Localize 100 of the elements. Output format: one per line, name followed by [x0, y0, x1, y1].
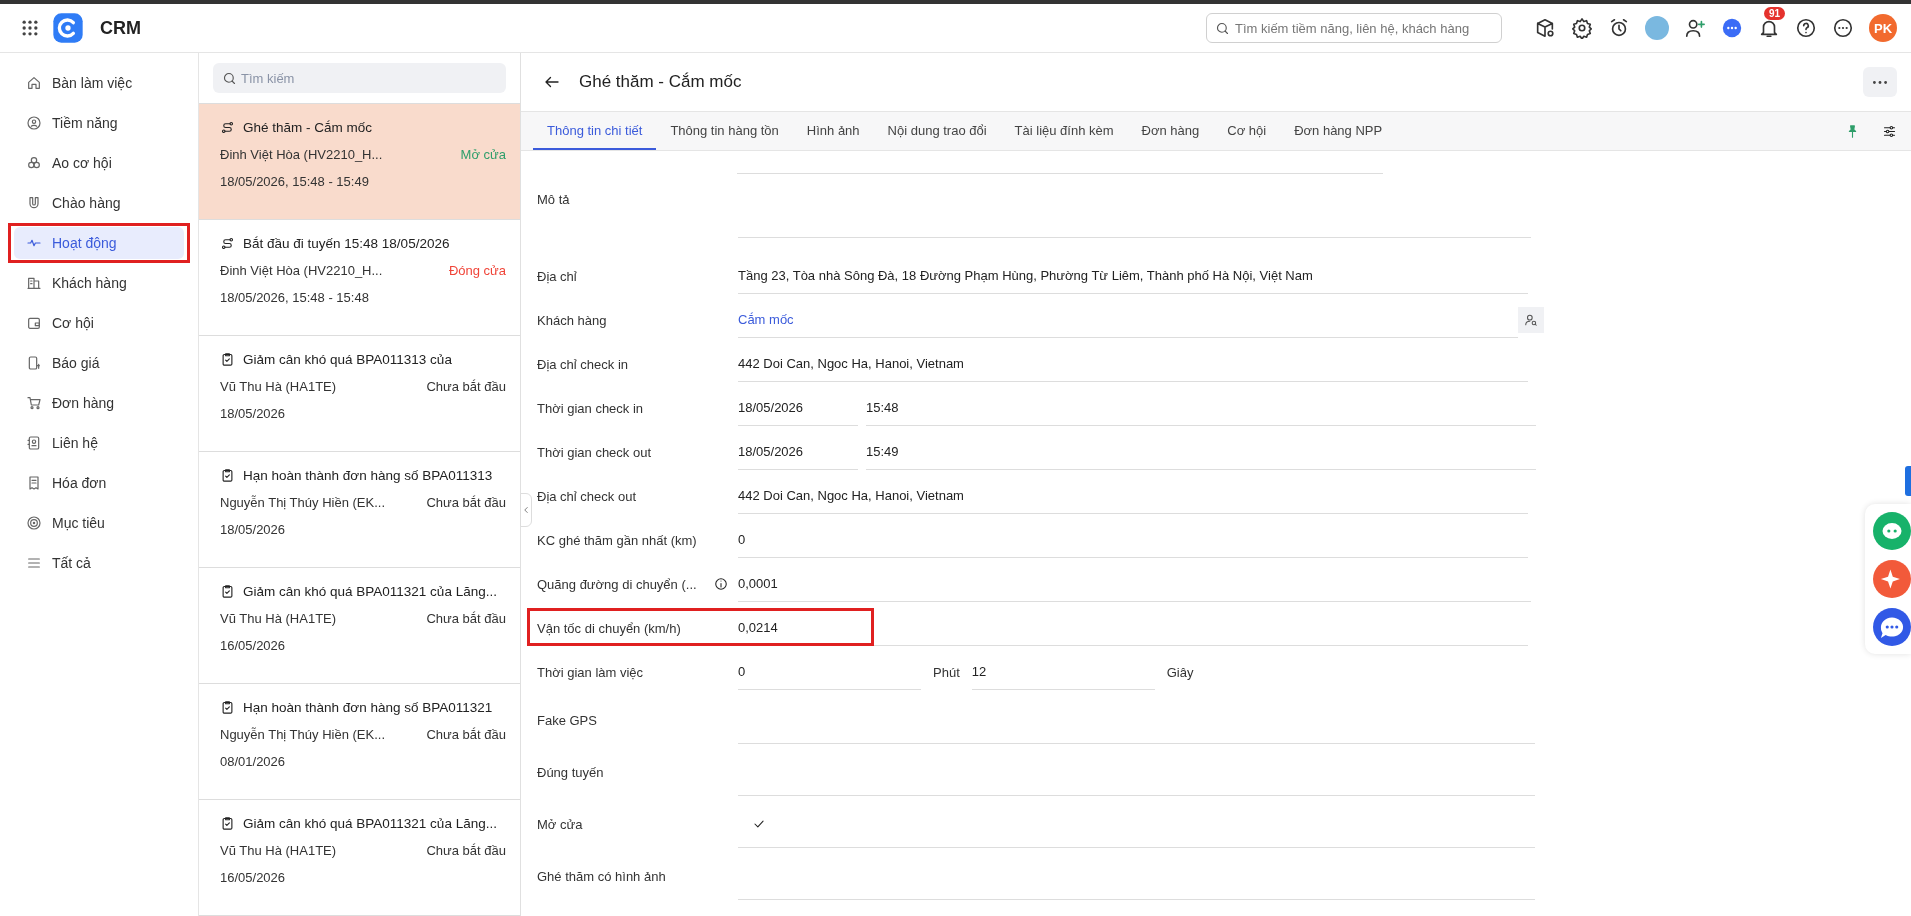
activity-status: Chưa bắt đầu [426, 610, 506, 626]
tab[interactable]: Hình ảnh [792, 112, 874, 150]
field-value[interactable]: 15:49 [866, 434, 1536, 470]
tab[interactable]: Thông tin hàng tồn [656, 112, 793, 150]
box-search-icon[interactable] [1534, 17, 1556, 39]
activity-person: Đinh Việt Hòa (HV2210_H... [220, 146, 384, 162]
lookup-button[interactable] [1518, 307, 1544, 333]
field-value[interactable]: 12 [971, 654, 1155, 690]
field-label: Quãng đường di chuyển (... [537, 576, 697, 592]
activity-title: Ghé thăm - Cắm mốc [243, 119, 373, 135]
sidebar-item[interactable]: Tiềm năng [14, 107, 184, 139]
route-icon [220, 119, 235, 135]
field-label: Thời gian làm việc [537, 664, 645, 680]
activity-item[interactable]: Giảm cân khó quá BPA011321 của Lăng... Vũ Thu Hà (HA1TE) Chưa bắt đầu 16/05/2026 [199, 800, 520, 916]
chat-icon[interactable] [1721, 17, 1743, 39]
unit-label: Giây [1166, 664, 1194, 680]
clipboard-check-icon [220, 351, 235, 367]
field-value[interactable]: 0 [738, 522, 1528, 558]
field-value[interactable]: 18/05/2026 [738, 434, 858, 470]
target-icon [26, 515, 42, 531]
sidebar-item[interactable]: Mục tiêu [14, 507, 184, 539]
tab[interactable]: Thông tin chi tiết [533, 112, 657, 150]
chat-icon[interactable] [1873, 608, 1911, 646]
tab[interactable]: Nội dung trao đổi [873, 112, 1001, 150]
route-icon [220, 235, 235, 251]
sparkle-icon[interactable] [1873, 560, 1911, 598]
sidebar-item[interactable]: Bàn làm việc [14, 67, 184, 99]
field-label: Đúng tuyến [537, 764, 605, 780]
activity-item[interactable]: Giảm cân khó quá BPA011321 của Lăng... Vũ Thu Hà (HA1TE) Chưa bắt đầu 16/05/2026 [199, 568, 520, 684]
tab[interactable]: Cơ hội [1213, 112, 1281, 150]
collapse-handle[interactable] [520, 493, 532, 527]
activity-item[interactable]: Hạn hoàn thành đơn hàng số BPA011313 Nguyễn Thị Thúy Hiền (EK... Chưa bắt đầu 18/05/2026 [199, 452, 520, 568]
more-icon[interactable] [1832, 17, 1854, 39]
activity-item[interactable]: Giảm cân khó quá BPA011313 của Vũ Thu Hà (HA1TE) Chưa bắt đầu 18/05/2026 [199, 336, 520, 452]
more-icon [1873, 80, 1887, 84]
app-grid-icon[interactable] [20, 18, 40, 38]
field-value[interactable]: 15:48 [866, 390, 1536, 426]
sliders-icon[interactable] [1882, 123, 1897, 139]
field-label: Fake GPS [537, 712, 598, 728]
field-label: Khách hàng [537, 312, 608, 328]
activity-title: Giảm cân khó quá BPA011313 của [243, 351, 452, 367]
list-icon [26, 555, 42, 571]
unit-label: Phút [933, 664, 960, 680]
app-name: CRM [100, 17, 141, 39]
field-label: KC ghé thăm gần nhất (km) [537, 532, 698, 548]
activity-person: Nguyễn Thị Thúy Hiền (EK... [220, 726, 386, 742]
activity-date: 16/05/2026 [220, 869, 287, 885]
field-value[interactable]: 0 [738, 654, 921, 690]
activity-item[interactable]: Hạn hoàn thành đơn hàng số BPA011321 Nguyễn Thị Thúy Hiền (EK... Chưa bắt đầu 08/01/2026 [199, 684, 520, 800]
sidebar-item[interactable]: Ao cơ hội [14, 147, 184, 179]
search-field[interactable]: Tìm kiếm tiềm năng, liên hệ, khách hàng [1206, 13, 1502, 43]
field-value[interactable]: 442 Doi Can, Ngoc Ha, Hanoi, Vietnam [738, 478, 1528, 514]
field-value[interactable]: 18/05/2026 [738, 390, 858, 426]
logo-icon [52, 12, 84, 44]
activity-date: 18/05/2026 [220, 521, 287, 537]
activity-person: Vũ Thu Hà (HA1TE) [220, 842, 338, 858]
magnet-icon [26, 195, 42, 211]
sidebar-item[interactable]: Liên hệ [14, 427, 184, 459]
help-icon[interactable] [1795, 17, 1817, 39]
activity-date: 18/05/2026 [220, 405, 287, 421]
sidebar-item[interactable]: Hóa đơn [14, 467, 184, 499]
wallet-icon [26, 315, 42, 331]
bot-chat-icon[interactable] [1873, 512, 1911, 550]
activity-status: Chưa bắt đầu [426, 726, 506, 742]
field-label: Mô tả [537, 192, 571, 207]
activity-status: Mở cửa [460, 146, 506, 162]
tab[interactable]: Đơn hàng NPP [1280, 112, 1397, 150]
activity-person: Vũ Thu Hà (HA1TE) [220, 378, 338, 394]
activity-title: Hạn hoàn thành đơn hàng số BPA011321 [243, 699, 493, 715]
add-user-icon[interactable] [1684, 17, 1706, 39]
field-label: Địa chỉ [537, 268, 578, 284]
activity-person: Vũ Thu Hà (HA1TE) [220, 610, 338, 626]
tab[interactable]: Đơn hàng [1127, 112, 1214, 150]
sidebar-item[interactable]: Chào hàng [14, 187, 184, 219]
field-value[interactable]: 0,0001 [738, 566, 1531, 602]
chevron-left-icon [521, 505, 531, 515]
customer-link[interactable]: Cắm mốc [738, 302, 1518, 338]
sidebar-item[interactable]: Đơn hàng [14, 387, 184, 419]
field-label: Mở cửa [537, 816, 584, 832]
field-label: Địa chỉ check in [537, 356, 630, 372]
sidebar-item[interactable]: Cơ hội [14, 307, 184, 339]
field-value[interactable]: 0,0214 [738, 610, 1528, 646]
sidebar-item[interactable]: Tất cả [14, 547, 184, 579]
activity-item[interactable]: Ghé thăm - Cắm mốc Đinh Việt Hòa (HV2210_H... Mở cửa 18/05/2026, 15:48 - 15:49 [199, 104, 520, 220]
field-value[interactable]: 442 Doi Can, Ngoc Ha, Hanoi, Vietnam [738, 346, 1528, 382]
home-icon [26, 75, 42, 91]
field-label: Vận tốc di chuyển (km/h) [537, 620, 682, 636]
info-icon[interactable] [714, 577, 728, 591]
field-label: Thời gian check in [537, 400, 645, 416]
activity-title: Bắt đầu đi tuyến 15:48 18/05/2026 [243, 235, 450, 251]
sidebar-item[interactable]: Khách hàng [14, 267, 184, 299]
field-value[interactable]: Tầng 23, Tòa nhà Sông Đà, 18 Đường Phạm Hùng, Phường Từ Liêm, Thành phố Hà Nội, Việt Nam [738, 258, 1528, 294]
sidebar-item[interactable]: Báo giá [14, 347, 184, 379]
activity-item[interactable]: Bắt đầu đi tuyến 15:48 18/05/2026 Đinh Việt Hòa (HV2210_H... Đóng cửa 18/05/2026, 15:48 - 15:48 [199, 220, 520, 336]
search-field[interactable]: Tìm kiếm [213, 63, 506, 93]
alarm-clock-icon[interactable] [1608, 17, 1630, 39]
tab[interactable]: Tài liệu đính kèm [1000, 112, 1128, 150]
activity-title: Hạn hoàn thành đơn hàng số BPA011313 [243, 467, 493, 483]
settings-icon[interactable] [1571, 17, 1593, 39]
activity-person: Đinh Việt Hòa (HV2210_H... [220, 262, 384, 278]
